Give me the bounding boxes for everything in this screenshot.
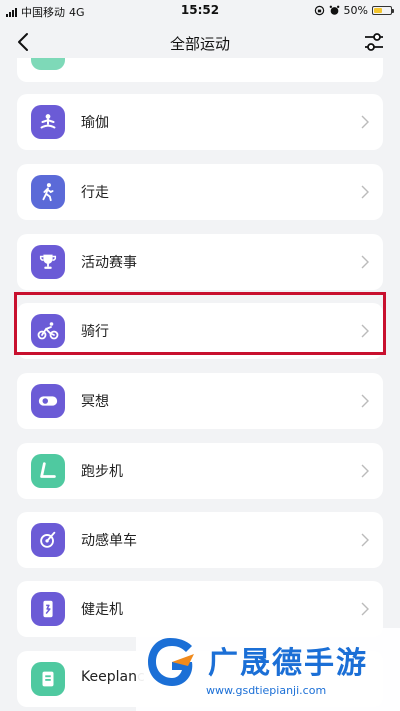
chevron-right-icon [361, 324, 369, 338]
alarm-icon [329, 5, 339, 15]
screen: 中国移动 4G 15:52 50% 全部运动 瑜伽 行走 活动赛事 骑行 冥想 … [0, 0, 400, 711]
chevron-right-icon [361, 394, 369, 408]
status-right: 50% [314, 4, 394, 17]
trophy-icon [31, 245, 65, 279]
list-item-label: 骑行 [81, 324, 109, 340]
list-item-treadmill[interactable]: 跑步机 [17, 443, 383, 499]
treadmill-icon [31, 454, 65, 488]
list-item-events[interactable]: 活动赛事 [17, 234, 383, 290]
list-item-label: 瑜伽 [81, 115, 109, 131]
yoga-icon [31, 105, 65, 139]
spin-bike-icon [31, 523, 65, 557]
page-title: 全部运动 [169, 35, 230, 53]
walking-icon [31, 175, 65, 209]
list-item-label: 冥想 [81, 394, 109, 410]
meditation-icon [31, 384, 65, 418]
list-item-walking[interactable]: 行走 [17, 164, 383, 220]
list-item-spin-bike[interactable]: 动感单车 [17, 512, 383, 568]
walking-machine-icon [31, 592, 65, 626]
watermark: 广晟德手游 www.gsdtiepianji.com [136, 628, 400, 711]
chevron-right-icon [361, 115, 369, 129]
list-item-label: 健走机 [81, 602, 123, 618]
lock-rotation-icon [314, 5, 324, 16]
watermark-logo [148, 638, 194, 686]
list-item-cycling[interactable]: 骑行 [17, 303, 383, 359]
list-item-label: 行走 [81, 185, 109, 201]
list-item-yoga[interactable]: 瑜伽 [17, 94, 383, 150]
sliders-icon[interactable] [362, 30, 386, 54]
keepland-icon [31, 662, 65, 696]
chevron-right-icon [361, 533, 369, 547]
list-item-label: 跑步机 [81, 464, 123, 480]
battery-icon [372, 6, 394, 15]
chevron-right-icon [361, 464, 369, 478]
watermark-name: 广晟德手游 [208, 646, 368, 681]
partial-activity-icon [31, 58, 65, 70]
status-bar: 中国移动 4G 15:52 50% [0, 0, 400, 22]
list-item-label: 活动赛事 [81, 255, 137, 271]
list-item-partial[interactable] [17, 58, 383, 82]
chevron-right-icon [361, 602, 369, 616]
cycling-icon [31, 314, 65, 348]
chevron-right-icon [361, 185, 369, 199]
list-item-meditation[interactable]: 冥想 [17, 373, 383, 429]
watermark-url: www.gsdtiepianji.com [206, 684, 327, 697]
battery-percent: 50% [343, 4, 368, 17]
chevron-right-icon [361, 255, 369, 269]
list-item-label: 动感单车 [81, 533, 137, 549]
